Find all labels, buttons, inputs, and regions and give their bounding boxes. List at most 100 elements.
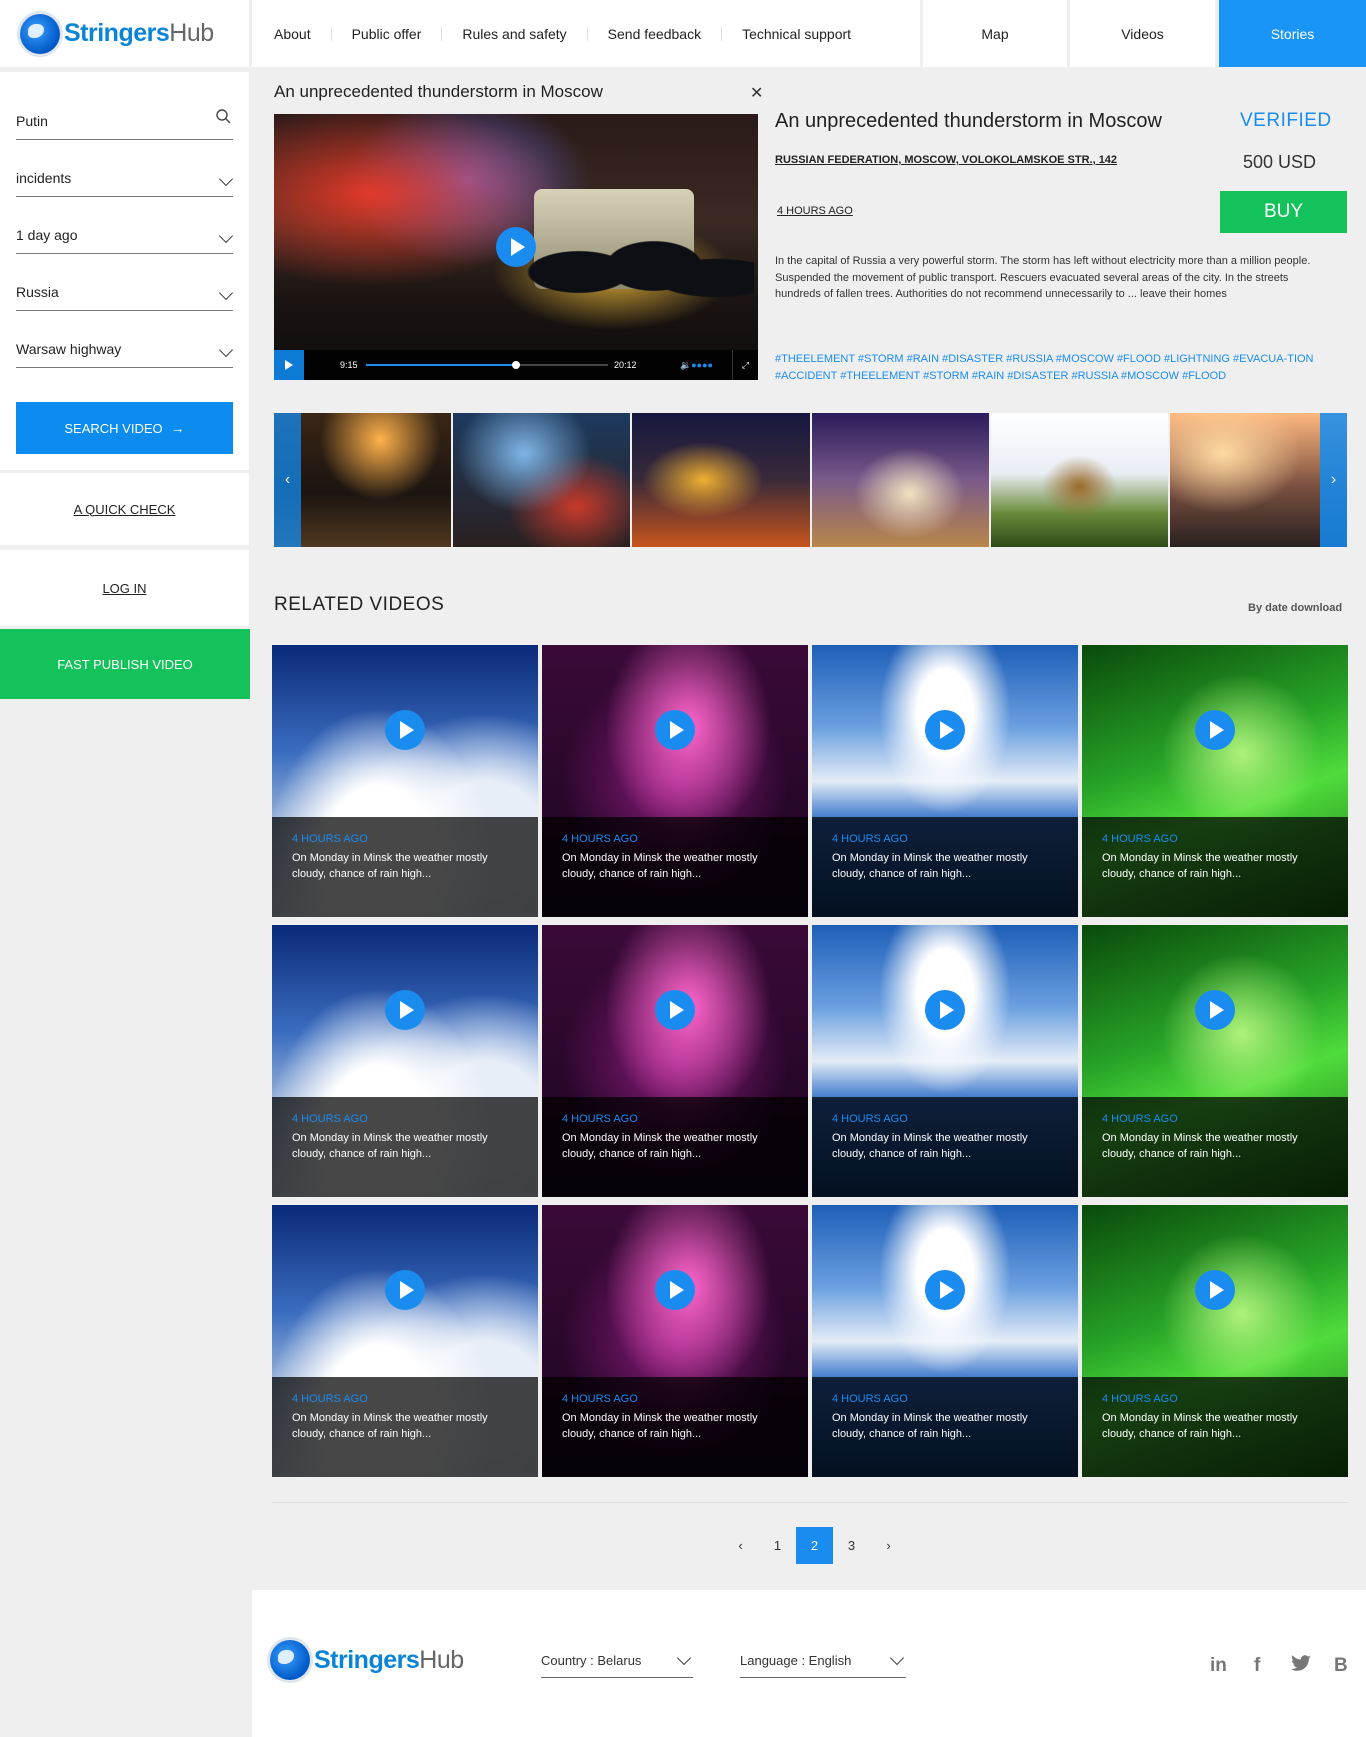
card-time: 4 HOURS AGO — [562, 833, 638, 845]
language-selector[interactable]: Language : English — [740, 1644, 906, 1678]
play-icon[interactable] — [925, 710, 965, 750]
video-card[interactable]: 4 HOURS AGO On Monday in Minsk the weathe… — [272, 645, 538, 917]
logo[interactable]: StringersHub — [0, 0, 249, 67]
volume-icon[interactable]: 🔉●●●● — [680, 360, 713, 371]
video-card[interactable]: 4 HOURS AGO On Monday in Minsk the weathe… — [272, 1205, 538, 1477]
country-selector[interactable]: Country : Belarus — [541, 1644, 693, 1678]
card-text: On Monday in Minsk the weather mostly cl… — [832, 1412, 1028, 1440]
story-description: In the capital of Russia a very powerful… — [775, 255, 1311, 300]
play-icon[interactable] — [925, 990, 965, 1030]
play-icon[interactable] — [385, 1270, 425, 1310]
filters-panel: Putin incidents 1 day ago Russia Warsaw … — [0, 72, 249, 470]
thumbnail[interactable] — [453, 413, 631, 547]
login-link[interactable]: LOG IN — [0, 550, 249, 626]
progress-bar[interactable] — [366, 361, 608, 369]
linkedin-icon[interactable]: in — [1210, 1655, 1227, 1677]
video-card[interactable]: 4 HOURS AGO On Monday in Minsk the weathe… — [812, 645, 1078, 917]
thumbnail[interactable] — [990, 413, 1168, 547]
video-card[interactable]: 4 HOURS AGO On Monday in Minsk the weathe… — [1082, 645, 1348, 917]
strip-prev-button[interactable]: ‹ — [274, 413, 301, 547]
fast-publish-button[interactable]: FAST PUBLISH VIDEO — [0, 629, 250, 699]
page-2[interactable]: 2 — [796, 1527, 833, 1564]
card-text: On Monday in Minsk the weather mostly cl… — [292, 852, 488, 880]
nav-about[interactable]: About — [274, 26, 332, 41]
story-tags[interactable]: #THEELEMENT #STORM #RAIN #DISASTER #RUSS… — [775, 351, 1325, 385]
buy-button[interactable]: BUY — [1220, 191, 1347, 233]
twitter-icon[interactable] — [1290, 1655, 1312, 1679]
video-card[interactable]: 4 HOURS AGO On Monday in Minsk the weathe… — [1082, 1205, 1348, 1477]
thumbnail-strip — [274, 413, 1348, 547]
play-icon[interactable] — [655, 710, 695, 750]
quick-check-link[interactable]: A QUICK CHECK — [0, 473, 249, 545]
search-input[interactable]: Putin — [16, 113, 48, 129]
play-icon[interactable] — [496, 227, 536, 267]
card-text: On Monday in Minsk the weather mostly cl… — [292, 1412, 488, 1440]
card-text: On Monday in Minsk the weather mostly cl… — [1102, 1132, 1298, 1160]
strip-next-button[interactable]: › — [1320, 413, 1347, 547]
play-icon[interactable] — [925, 1270, 965, 1310]
thumbnail[interactable] — [632, 413, 810, 547]
search-video-button[interactable]: SEARCH VIDEO → — [16, 402, 233, 454]
chevron-down-icon — [218, 228, 234, 244]
play-icon[interactable] — [385, 990, 425, 1030]
card-time: 4 HOURS AGO — [562, 1113, 638, 1125]
logo-text-a: Stringers — [64, 19, 170, 47]
video-card[interactable]: 4 HOURS AGO On Monday in Minsk the weathe… — [542, 1205, 808, 1477]
country-selector-label: Country : Belarus — [541, 1653, 642, 1668]
video-card[interactable]: 4 HOURS AGO On Monday in Minsk the weathe… — [272, 925, 538, 1197]
card-time: 4 HOURS AGO — [292, 833, 368, 845]
fullscreen-icon[interactable]: ⤢ — [732, 350, 758, 380]
story-price: 500 USD — [1243, 152, 1317, 172]
progress-handle[interactable] — [512, 361, 521, 369]
vk-icon[interactable]: B — [1334, 1655, 1348, 1677]
play-icon[interactable] — [655, 990, 695, 1030]
chevron-left-icon[interactable]: ‹ — [722, 1527, 759, 1564]
chevron-right-icon[interactable]: › — [870, 1527, 907, 1564]
search-field[interactable]: Putin — [16, 72, 233, 140]
tab-map[interactable]: Map — [923, 0, 1067, 67]
country-select[interactable]: Russia — [16, 254, 234, 311]
footer-logo[interactable]: StringersHub — [270, 1640, 464, 1680]
story-address[interactable]: RUSSIAN FEDERATION, MOSCOW, VOLOKOLAMSKO… — [775, 154, 1117, 166]
logo-text-b: Hub — [169, 19, 214, 47]
play-button[interactable] — [274, 350, 304, 380]
nav-rules[interactable]: Rules and safety — [462, 26, 588, 41]
video-card[interactable]: 4 HOURS AGO On Monday in Minsk the weathe… — [812, 1205, 1078, 1477]
close-icon[interactable]: ✕ — [750, 83, 763, 103]
sort-selector[interactable]: By date download — [1248, 602, 1342, 614]
video-card[interactable]: 4 HOURS AGO On Monday in Minsk the weathe… — [1082, 925, 1348, 1197]
search-icon[interactable] — [216, 109, 231, 127]
related-heading: RELATED VIDEOS — [274, 594, 445, 615]
tab-stories[interactable]: Stories — [1219, 0, 1366, 67]
play-icon[interactable] — [1195, 710, 1235, 750]
page-1[interactable]: 1 — [759, 1527, 796, 1564]
card-text: On Monday in Minsk the weather mostly cl… — [832, 852, 1028, 880]
thumbnail[interactable] — [811, 413, 989, 547]
story-time[interactable]: 4 HOURS AGO — [777, 205, 853, 217]
period-value: 1 day ago — [16, 227, 78, 243]
tab-videos[interactable]: Videos — [1070, 0, 1215, 67]
card-text: On Monday in Minsk the weather mostly cl… — [562, 852, 758, 880]
arrow-right-icon: → — [170, 420, 185, 436]
period-select[interactable]: 1 day ago — [16, 197, 234, 254]
play-icon[interactable] — [385, 710, 425, 750]
nav-public-offer[interactable]: Public offer — [352, 26, 443, 41]
page-3[interactable]: 3 — [833, 1527, 870, 1564]
card-text: On Monday in Minsk the weather mostly cl… — [1102, 852, 1298, 880]
chevron-down-icon — [218, 342, 234, 358]
play-icon[interactable] — [1195, 990, 1235, 1030]
nav-feedback[interactable]: Send feedback — [608, 26, 723, 41]
facebook-icon[interactable]: f — [1254, 1655, 1260, 1677]
video-card[interactable]: 4 HOURS AGO On Monday in Minsk the weathe… — [542, 645, 808, 917]
country-value: Russia — [16, 284, 59, 300]
card-time: 4 HOURS AGO — [562, 1393, 638, 1405]
play-icon[interactable] — [655, 1270, 695, 1310]
card-text: On Monday in Minsk the weather mostly cl… — [562, 1412, 758, 1440]
category-select[interactable]: incidents — [16, 140, 234, 197]
location-select[interactable]: Warsaw highway — [16, 311, 234, 368]
video-card[interactable]: 4 HOURS AGO On Monday in Minsk the weathe… — [542, 925, 808, 1197]
nav-support[interactable]: Technical support — [742, 27, 871, 41]
video-player[interactable]: 9:15 20:12 🔉●●●● ⤢ — [274, 114, 758, 380]
video-card[interactable]: 4 HOURS AGO On Monday in Minsk the weathe… — [812, 925, 1078, 1197]
play-icon[interactable] — [1195, 1270, 1235, 1310]
